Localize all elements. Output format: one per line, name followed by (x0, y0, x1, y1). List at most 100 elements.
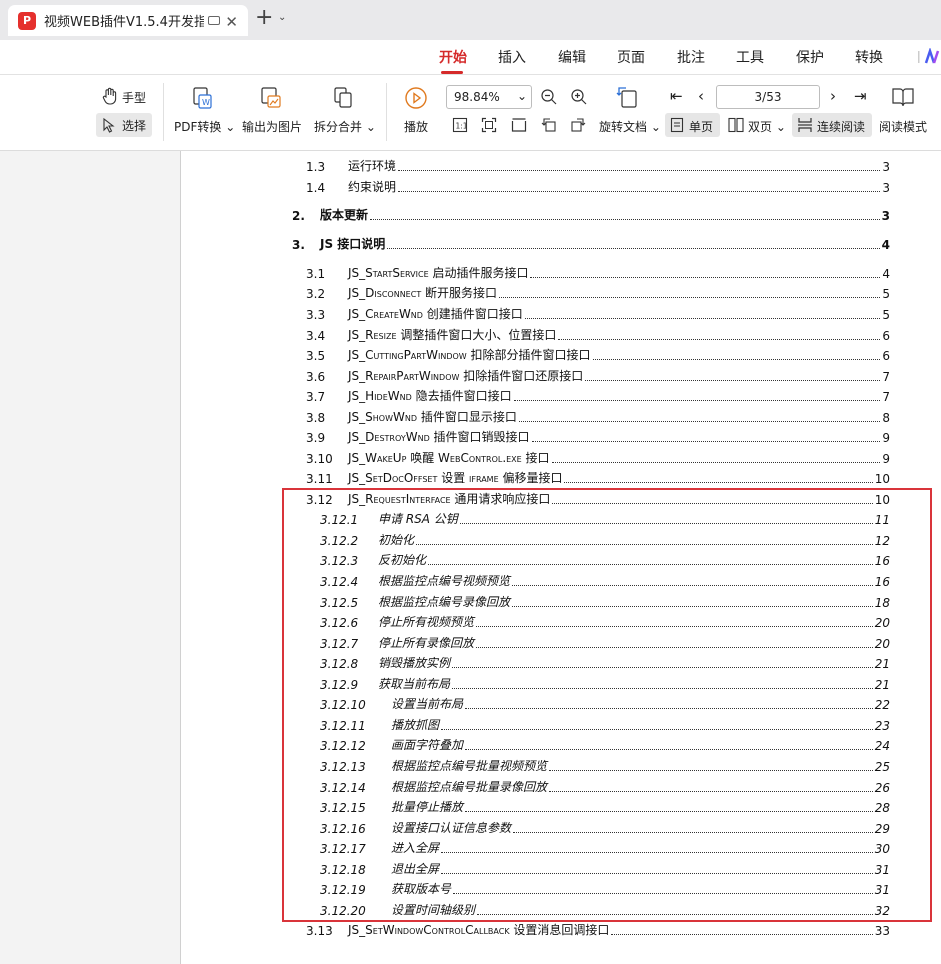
chevron-down-icon[interactable]: ⌄ (278, 12, 286, 23)
menu-item-convert[interactable]: 转换 (855, 47, 883, 67)
close-icon[interactable]: ✕ (225, 13, 238, 31)
toc-entry-title: JS_ShowWnd 插件窗口显示接口 (348, 410, 517, 424)
toc-entry[interactable]: 1.3 运行环境 3 (306, 158, 890, 174)
menu-item-annotate[interactable]: 批注 (677, 47, 705, 67)
menu-item-page[interactable]: 页面 (617, 47, 645, 67)
toc-entry-title: JS_DestroyWnd 插件窗口销毁接口 (348, 430, 530, 444)
ribbon-toolbar: 手型 选择 W PDF转换 ⌄ 输出为图片 拆分合并 ⌄ 播放 98.84% ⌄ (0, 75, 941, 151)
toc-entry-number: 3.5 (306, 349, 326, 363)
next-page-icon[interactable]: › (830, 87, 836, 105)
svg-text:1:1: 1:1 (456, 122, 468, 131)
toc-entry-number: 3.1 (306, 267, 326, 281)
toc-entry-page: 4 (882, 267, 890, 281)
toc-entry-number: 3.11 (306, 472, 333, 486)
pdf-convert-button[interactable]: PDF转换 ⌄ (174, 118, 235, 135)
first-page-icon[interactable]: ⇤ (670, 87, 683, 105)
toc-entry[interactable]: 3.2 JS_Disconnect 断开服务接口 5 (306, 285, 890, 301)
menu-item-tools[interactable]: 工具 (736, 47, 764, 67)
toc-entry[interactable]: 2. 版本更新 3 (292, 207, 890, 223)
toc-entry-number: 3.4 (306, 329, 326, 343)
toc-leader-dots (398, 170, 881, 171)
toc-entry[interactable]: 3.9 JS_DestroyWnd 插件窗口销毁接口 9 (306, 429, 890, 445)
toc-entry[interactable]: 3.11 JS_SetDocOffset 设置 iframe 偏移量接口 10 (306, 470, 890, 486)
monitor-icon[interactable] (208, 16, 220, 25)
toc-leader-dots (398, 191, 881, 192)
double-page-icon (728, 117, 744, 133)
menu-item-protect[interactable]: 保护 (796, 47, 824, 67)
toc-entry-title: JS_StartService 启动插件服务接口 (348, 266, 529, 280)
toc-entry-title: JS 接口说明 (320, 237, 386, 251)
rotate-left-icon[interactable] (541, 117, 557, 133)
plus-icon[interactable]: + (255, 7, 273, 29)
actual-size-icon[interactable]: 1:1 (452, 117, 468, 133)
toc-entry[interactable]: 3.7 JS_HideWnd 隐去插件窗口接口 7 (306, 388, 890, 404)
toc-entry-number: 3.9 (306, 431, 326, 445)
document-tab[interactable]: P 视频WEB插件V1.5.4开发指南 ✕ (8, 5, 248, 36)
fit-width-icon[interactable] (511, 117, 527, 133)
document-tab-title: 视频WEB插件V1.5.4开发指南 (44, 15, 204, 30)
fit-page-icon[interactable] (481, 117, 497, 133)
page-number-input[interactable]: 3/53 (716, 85, 820, 109)
rotate-document-icon (616, 87, 637, 108)
export-image-button[interactable]: 输出为图片 (242, 118, 302, 135)
toc-entry-title: JS_WakeUp 唤醒 WebControl.exe 接口 (348, 451, 550, 465)
svg-text:W: W (202, 98, 210, 107)
toc-entry-page: 7 (882, 390, 890, 404)
hand-tool-button[interactable]: 手型 (122, 89, 146, 106)
toc-entry[interactable]: 3.8 JS_ShowWnd 插件窗口显示接口 8 (306, 409, 890, 425)
split-merge-button[interactable]: 拆分合并 ⌄ (314, 118, 376, 135)
toc-entry[interactable]: 3.13 JS_SetWindowControlCallback 设置消息回调接口… (306, 922, 890, 938)
toc-entry-page: 8 (882, 411, 890, 425)
toc-entry[interactable]: 1.4 约束说明 3 (306, 179, 890, 195)
previous-page-icon[interactable]: ‹ (698, 87, 704, 105)
toc-entry[interactable]: 3.10 JS_WakeUp 唤醒 WebControl.exe 接口 9 (306, 450, 890, 466)
toc-entry[interactable]: 3.4 JS_Resize 调整插件窗口大小、位置接口 6 (306, 327, 890, 343)
toc-entry-title: JS_Resize 调整插件窗口大小、位置接口 (348, 328, 557, 342)
toc-entry-page: 33 (874, 924, 890, 938)
toc-entry-title: 约束说明 (348, 180, 397, 194)
toc-entry-title: 运行环境 (348, 159, 397, 173)
toc-entry[interactable]: 3.3 JS_CreateWnd 创建插件窗口接口 5 (306, 306, 890, 322)
toc-entry-number: 3.10 (306, 452, 333, 466)
toc-entry-number: 3.7 (306, 390, 326, 404)
toc-leader-dots (564, 482, 873, 483)
toc-leader-dots (513, 400, 881, 401)
toc-entry[interactable]: 3.5 JS_CuttingPartWindow 扣除部分插件窗口接口 6 (306, 347, 890, 363)
ai-logo-icon[interactable] (918, 48, 941, 66)
last-page-icon[interactable]: ⇥ (854, 87, 867, 105)
rotate-right-icon[interactable] (570, 117, 586, 133)
double-page-button[interactable]: 双页 ⌄ (748, 118, 786, 135)
zoom-in-icon[interactable] (570, 88, 588, 106)
toc-entry-number: 3. (292, 238, 305, 252)
toc-entry-page: 5 (882, 287, 890, 301)
toc-entry[interactable]: 3.6 JS_RepairPartWindow 扣除插件窗口还原接口 7 (306, 368, 890, 384)
toc-leader-dots (531, 441, 881, 442)
toc-leader-dots (499, 297, 881, 298)
toc-entry-page: 3 (881, 209, 890, 223)
toc-leader-dots (585, 380, 881, 381)
play-button[interactable]: 播放 (404, 118, 428, 135)
toc-entry-title: JS_SetWindowControlCallback 设置消息回调接口 (348, 923, 610, 937)
toc-entry-title: JS_RepairPartWindow 扣除插件窗口还原接口 (348, 369, 584, 383)
toc-entry-page: 5 (882, 308, 890, 322)
toc-entry-page: 7 (882, 370, 890, 384)
menu-item-start[interactable]: 开始 (439, 47, 467, 67)
rotate-document-button[interactable]: 旋转文档 ⌄ (599, 118, 661, 135)
toc-entry-number: 3.13 (306, 924, 333, 938)
ribbon-separator (386, 83, 387, 141)
reading-mode-button[interactable]: 阅读模式 (879, 118, 927, 135)
toc-entry[interactable]: 3. JS 接口说明 4 (292, 236, 890, 252)
menu-item-edit[interactable]: 编辑 (558, 47, 586, 67)
play-icon (405, 87, 427, 109)
toc-entry-page: 6 (882, 349, 890, 363)
zoom-select[interactable]: 98.84% ⌄ (446, 85, 532, 109)
book-icon (892, 88, 914, 107)
menu-item-insert[interactable]: 插入 (498, 47, 526, 67)
toc-entry-page: 4 (881, 238, 890, 252)
zoom-out-icon[interactable] (540, 88, 558, 106)
toc-entry[interactable]: 3.1 JS_StartService 启动插件服务接口 4 (306, 265, 890, 281)
toc-leader-dots (558, 339, 881, 340)
toc-entry-number: 1.4 (306, 181, 326, 195)
zoom-value: 98.84% (454, 90, 500, 104)
toc-entry-number: 2. (292, 209, 305, 223)
